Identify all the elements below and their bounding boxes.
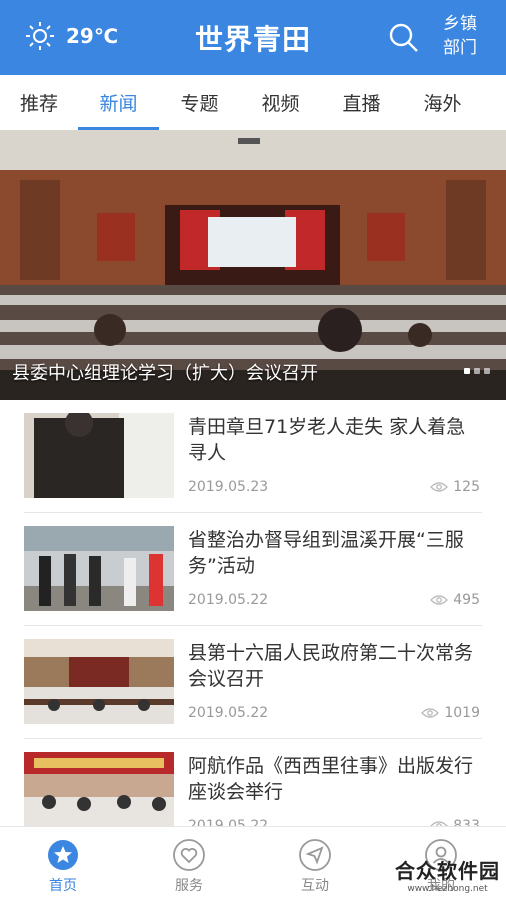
nav-interact[interactable]: 互动 [252,827,378,900]
news-date: 2019.05.22 [188,592,269,608]
news-date: 2019.05.23 [188,479,269,495]
news-item[interactable]: 省整治办督导组到温溪开展“三服务”活动 2019.05.22 495 [24,513,482,626]
news-views: 1019 [421,705,480,721]
send-icon [299,839,331,871]
news-views: 495 [430,592,480,608]
town-department-button[interactable]: 乡镇 部门 [436,12,484,60]
news-date: 2019.05.22 [188,705,269,721]
nav-label: 服务 [175,878,203,894]
eye-icon [430,482,449,492]
tab-news[interactable]: 新闻 [78,75,159,130]
app-title: 世界青田 [194,23,311,56]
banner-caption: 县委中心组理论学习（扩大）会议召开 [12,363,318,384]
view-count: 125 [453,479,480,495]
carousel-dot[interactable] [474,368,480,374]
news-title: 阿航作品《西西里往事》出版发行座谈会举行 [188,755,474,803]
news-date: 2019.05.22 [188,818,269,826]
tab-topics[interactable]: 专题 [159,75,240,130]
carousel-dot[interactable] [464,368,470,374]
app-header: 29℃ 世界青田 乡镇 部门 [0,0,506,75]
news-list: 青田章旦71岁老人走失 家人着急寻人 2019.05.23 125 省整治办督导… [0,400,506,826]
carousel-indicator [464,368,490,374]
nav-label: 首页 [49,878,77,894]
news-thumbnail [24,413,174,498]
department-label: 部门 [443,38,477,58]
search-icon [389,23,418,52]
tab-recommend[interactable]: 推荐 [0,75,78,130]
tab-overseas[interactable]: 海外 [402,75,483,130]
watermark-title: 合众软件园 [395,859,500,883]
view-count: 1019 [444,705,480,721]
category-tabs: 推荐 新闻 专题 视频 直播 海外 [0,75,506,130]
tab-video[interactable]: 视频 [240,75,321,130]
town-label: 乡镇 [443,14,477,34]
news-thumbnail [24,752,174,826]
star-icon [48,840,78,870]
nav-service[interactable]: 服务 [126,827,252,900]
watermark-url: www.hezhong.net [407,884,488,894]
banner-carousel[interactable]: 县委中心组理论学习（扩大）会议召开 [0,130,506,400]
news-title: 省整治办督导组到温溪开展“三服务”活动 [188,529,464,577]
site-watermark: 合众软件园 www.hezhong.net [395,855,500,894]
news-views: 833 [430,818,480,826]
news-title: 县第十六届人民政府第二十次常务会议召开 [188,642,474,690]
news-views: 125 [430,479,480,495]
eye-icon [430,595,449,605]
heart-icon [173,839,205,871]
news-thumbnail [24,639,174,724]
news-item[interactable]: 阿航作品《西西里往事》出版发行座谈会举行 2019.05.22 833 [24,739,482,826]
carousel-dot[interactable] [484,368,490,374]
view-count: 833 [453,818,480,826]
news-thumbnail [24,526,174,611]
eye-icon [421,708,440,718]
news-item[interactable]: 县第十六届人民政府第二十次常务会议召开 2019.05.22 1019 [24,626,482,739]
news-item[interactable]: 青田章旦71岁老人走失 家人着急寻人 2019.05.23 125 [24,400,482,513]
nav-label: 互动 [301,878,329,894]
tab-live[interactable]: 直播 [321,75,402,130]
view-count: 495 [453,592,480,608]
nav-home[interactable]: 首页 [0,827,126,900]
news-title: 青田章旦71岁老人走失 家人着急寻人 [188,416,466,464]
search-button[interactable] [386,20,422,56]
